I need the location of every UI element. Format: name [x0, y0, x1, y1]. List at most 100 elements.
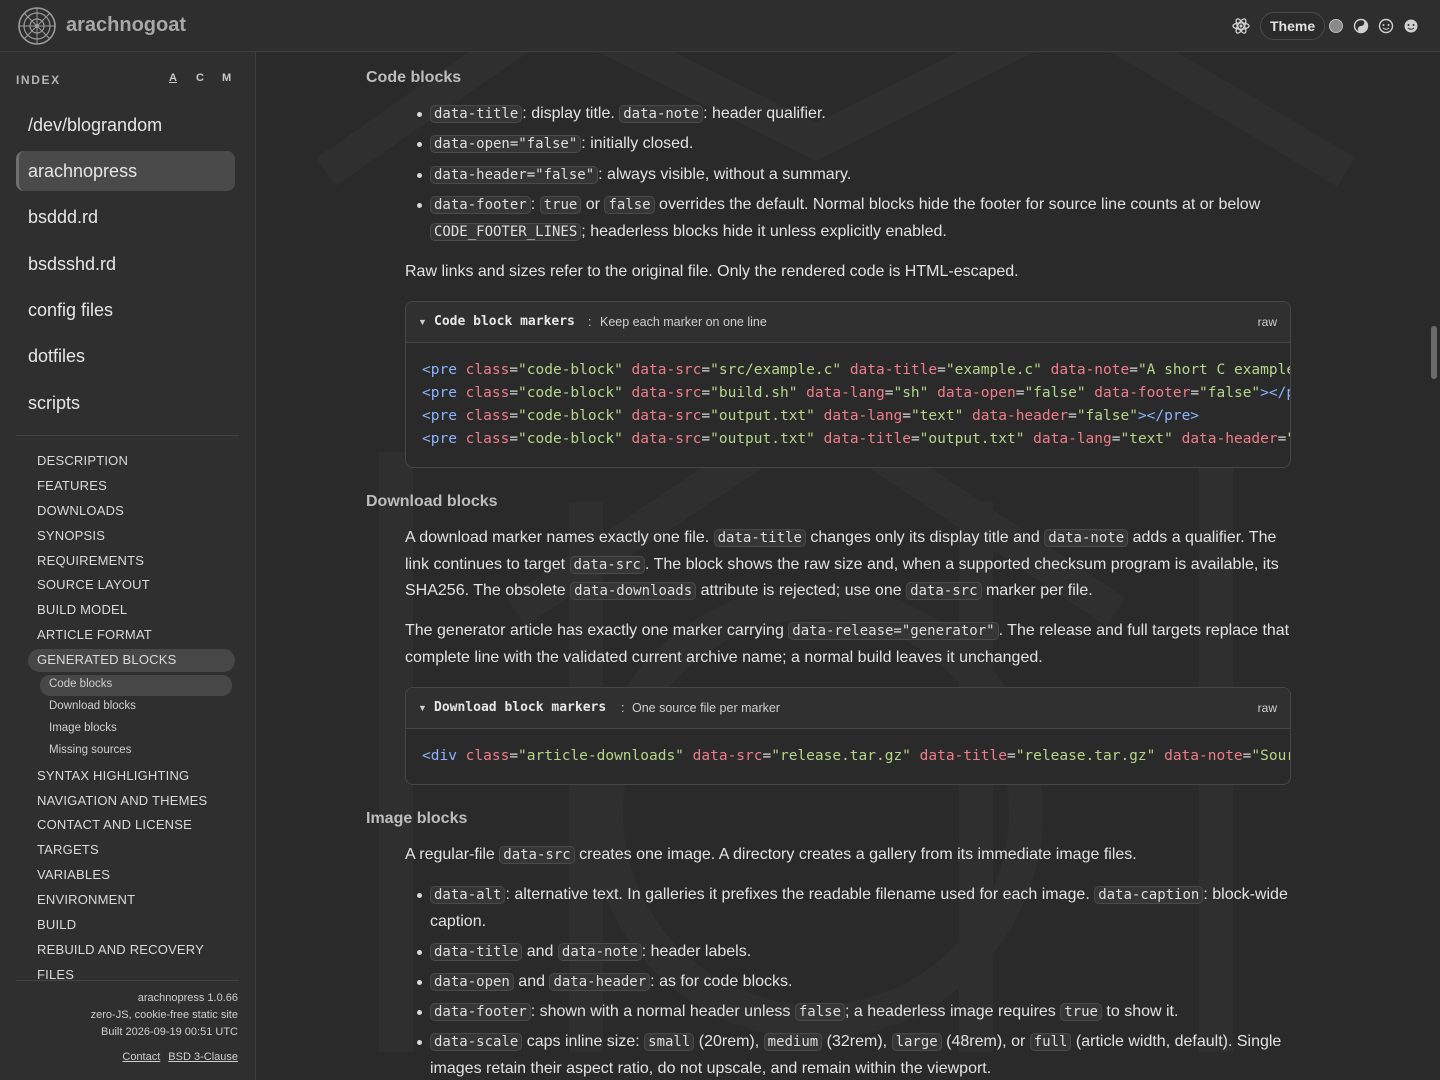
toc-targets[interactable]: TARGETS — [37, 842, 99, 857]
toc-requirements[interactable]: REQUIREMENTS — [37, 553, 144, 568]
code-line: <pre class="code-block" data-src="output… — [422, 405, 1290, 428]
code-token: data-lang — [1033, 431, 1112, 447]
code-token: = — [1006, 748, 1016, 764]
theme-dot-gray-icon[interactable] — [1328, 18, 1344, 34]
code-token: class — [465, 431, 510, 447]
theme-face-icon[interactable] — [1378, 18, 1394, 34]
code-token: "build.sh" — [710, 385, 807, 401]
code-block-note: Keep each marker on one line — [600, 315, 767, 329]
toc-build-model[interactable]: BUILD MODEL — [37, 602, 127, 617]
footer-links: Contact BSD 3-Clause — [114, 1051, 238, 1063]
atom-icon[interactable] — [1231, 16, 1251, 36]
license-link[interactable]: BSD 3-Clause — [168, 1051, 238, 1063]
paragraph: Raw links and sizes refer to the origina… — [405, 263, 1019, 280]
sort-modified-link[interactable]: M — [222, 72, 231, 84]
code-token: class — [465, 385, 510, 401]
project-bsddd[interactable]: bsddd.rd — [16, 197, 235, 237]
code-token: data-src — [631, 362, 702, 378]
code-token: = — [1068, 408, 1077, 424]
toc-description[interactable]: DESCRIPTION — [37, 453, 128, 468]
toc-downloads[interactable]: DOWNLOADS — [37, 503, 124, 518]
disclosure-triangle-icon[interactable]: ▼ — [418, 703, 427, 713]
toc-synopsis[interactable]: SYNOPSIS — [37, 528, 105, 543]
list-item: data-footer: shown with a normal header … — [417, 999, 1296, 1026]
list-item: data-open and data-header: as for code b… — [417, 969, 1296, 996]
code-token: class — [465, 408, 510, 424]
paragraph: A regular-file data-src creates one imag… — [405, 846, 1137, 864]
project-blograndom[interactable]: /dev/blograndom — [16, 105, 235, 145]
download-block-markers: ▼ Download block markers : One source fi… — [405, 687, 1291, 785]
code-token: "output.txt" — [919, 431, 1034, 447]
theme-button[interactable]: Theme — [1260, 12, 1326, 40]
code-block-separator: : — [588, 315, 592, 329]
toc-generated-blocks[interactable]: GENERATED BLOCKS — [37, 652, 177, 667]
code-block-body: <pre class="code-block" data-src="src/ex… — [406, 343, 1290, 451]
raw-link[interactable]: raw — [1258, 315, 1277, 329]
index-label: INDEX — [16, 73, 61, 87]
toc-syntax-highlighting[interactable]: SYNTAX HIGHLIGHTING — [37, 768, 189, 783]
subtoc-image-blocks[interactable]: Image blocks — [49, 722, 117, 734]
logo-icon[interactable] — [17, 6, 57, 46]
toc-variables[interactable]: VARIABLES — [37, 867, 110, 882]
code-token: = — [1129, 362, 1138, 378]
contact-link[interactable]: Contact — [122, 1051, 160, 1063]
code-token: "code-block" — [518, 408, 632, 424]
code-token: "code-block" — [518, 385, 632, 401]
toc-contact-and-license[interactable]: CONTACT AND LICENSE — [37, 817, 192, 832]
toc-build[interactable]: BUILD — [37, 917, 76, 932]
toc-source-layout[interactable]: SOURCE LAYOUT — [37, 577, 150, 592]
sidebar-divider — [16, 435, 239, 436]
code-block-title: Download block markers — [434, 700, 607, 715]
toc-navigation-and-themes[interactable]: NAVIGATION AND THEMES — [37, 793, 207, 808]
toc-features[interactable]: FEATURES — [37, 478, 107, 493]
code-token: data-note — [1050, 362, 1130, 378]
sort-alpha-link[interactable]: A — [169, 72, 177, 84]
subtoc-missing-sources[interactable]: Missing sources — [49, 744, 131, 756]
raw-link[interactable]: raw — [1258, 701, 1277, 715]
toc-environment[interactable]: ENVIRONMENT — [37, 892, 135, 907]
project-bsdsshd[interactable]: bsdsshd.rd — [16, 244, 235, 284]
code-token: <pre — [422, 362, 466, 378]
code-token: ></pre> — [1137, 408, 1200, 424]
brand-name[interactable]: arachnogoat — [66, 14, 186, 37]
code-token: <pre — [422, 385, 466, 401]
top-bar: arachnogoat Theme — [0, 0, 1440, 52]
code-token: data-lang — [806, 385, 885, 401]
code-token: = — [701, 431, 711, 447]
code-token: ></pre> — [1260, 385, 1290, 401]
list-item: data-scale caps inline size: small (20re… — [417, 1029, 1296, 1080]
disclosure-triangle-icon[interactable]: ▼ — [418, 317, 427, 327]
code-token: "release.tar.gz" — [771, 748, 920, 764]
code-token: <pre — [422, 431, 466, 447]
code-block-body: <div class="article-downloads" data-src=… — [406, 729, 1290, 768]
toc-rebuild-and-recovery[interactable]: REBUILD AND RECOVERY — [37, 942, 204, 957]
main-content: Code blocks data-title: display title. d… — [256, 52, 1440, 1080]
code-token: <pre — [422, 408, 466, 424]
code-line: <pre class="code-block" data-src="build.… — [422, 382, 1290, 405]
theme-contrast-icon[interactable] — [1353, 18, 1369, 34]
code-token: "false" — [1199, 385, 1261, 401]
footer-version: arachnopress 1.0.66 — [137, 992, 238, 1004]
code-token: data-header — [972, 408, 1069, 424]
toc-article-format[interactable]: ARTICLE FORMAT — [37, 627, 152, 642]
code-token: "false" — [1076, 408, 1138, 424]
project-arachnopress[interactable]: arachnopress — [16, 151, 235, 191]
code-token: "text" — [910, 408, 973, 424]
project-dotfiles[interactable]: dotfiles — [16, 336, 235, 376]
code-block-header[interactable]: ▼ Code block markers : Keep each marker … — [406, 302, 1290, 343]
code-token: = — [701, 362, 711, 378]
code-token: = — [509, 431, 519, 447]
code-token: data-title — [849, 362, 938, 378]
project-config-files[interactable]: config files — [16, 290, 235, 330]
sidebar: INDEX A C M /dev/blograndom arachnopress… — [0, 52, 256, 1080]
code-token: "sh" — [893, 385, 938, 401]
subtoc-download-blocks[interactable]: Download blocks — [49, 700, 136, 712]
theme-dark-face-icon[interactable] — [1403, 18, 1419, 34]
subtoc-code-blocks[interactable]: Code blocks — [49, 678, 112, 690]
sort-created-link[interactable]: C — [196, 72, 204, 84]
code-token: "release.tar.gz" — [1015, 748, 1165, 764]
project-scripts[interactable]: scripts — [16, 383, 235, 423]
list-item: data-alt: alternative text. In galleries… — [417, 882, 1296, 935]
code-block-header[interactable]: ▼ Download block markers : One source fi… — [406, 688, 1290, 729]
list-item: data-title: display title. data-note: he… — [417, 101, 1296, 128]
